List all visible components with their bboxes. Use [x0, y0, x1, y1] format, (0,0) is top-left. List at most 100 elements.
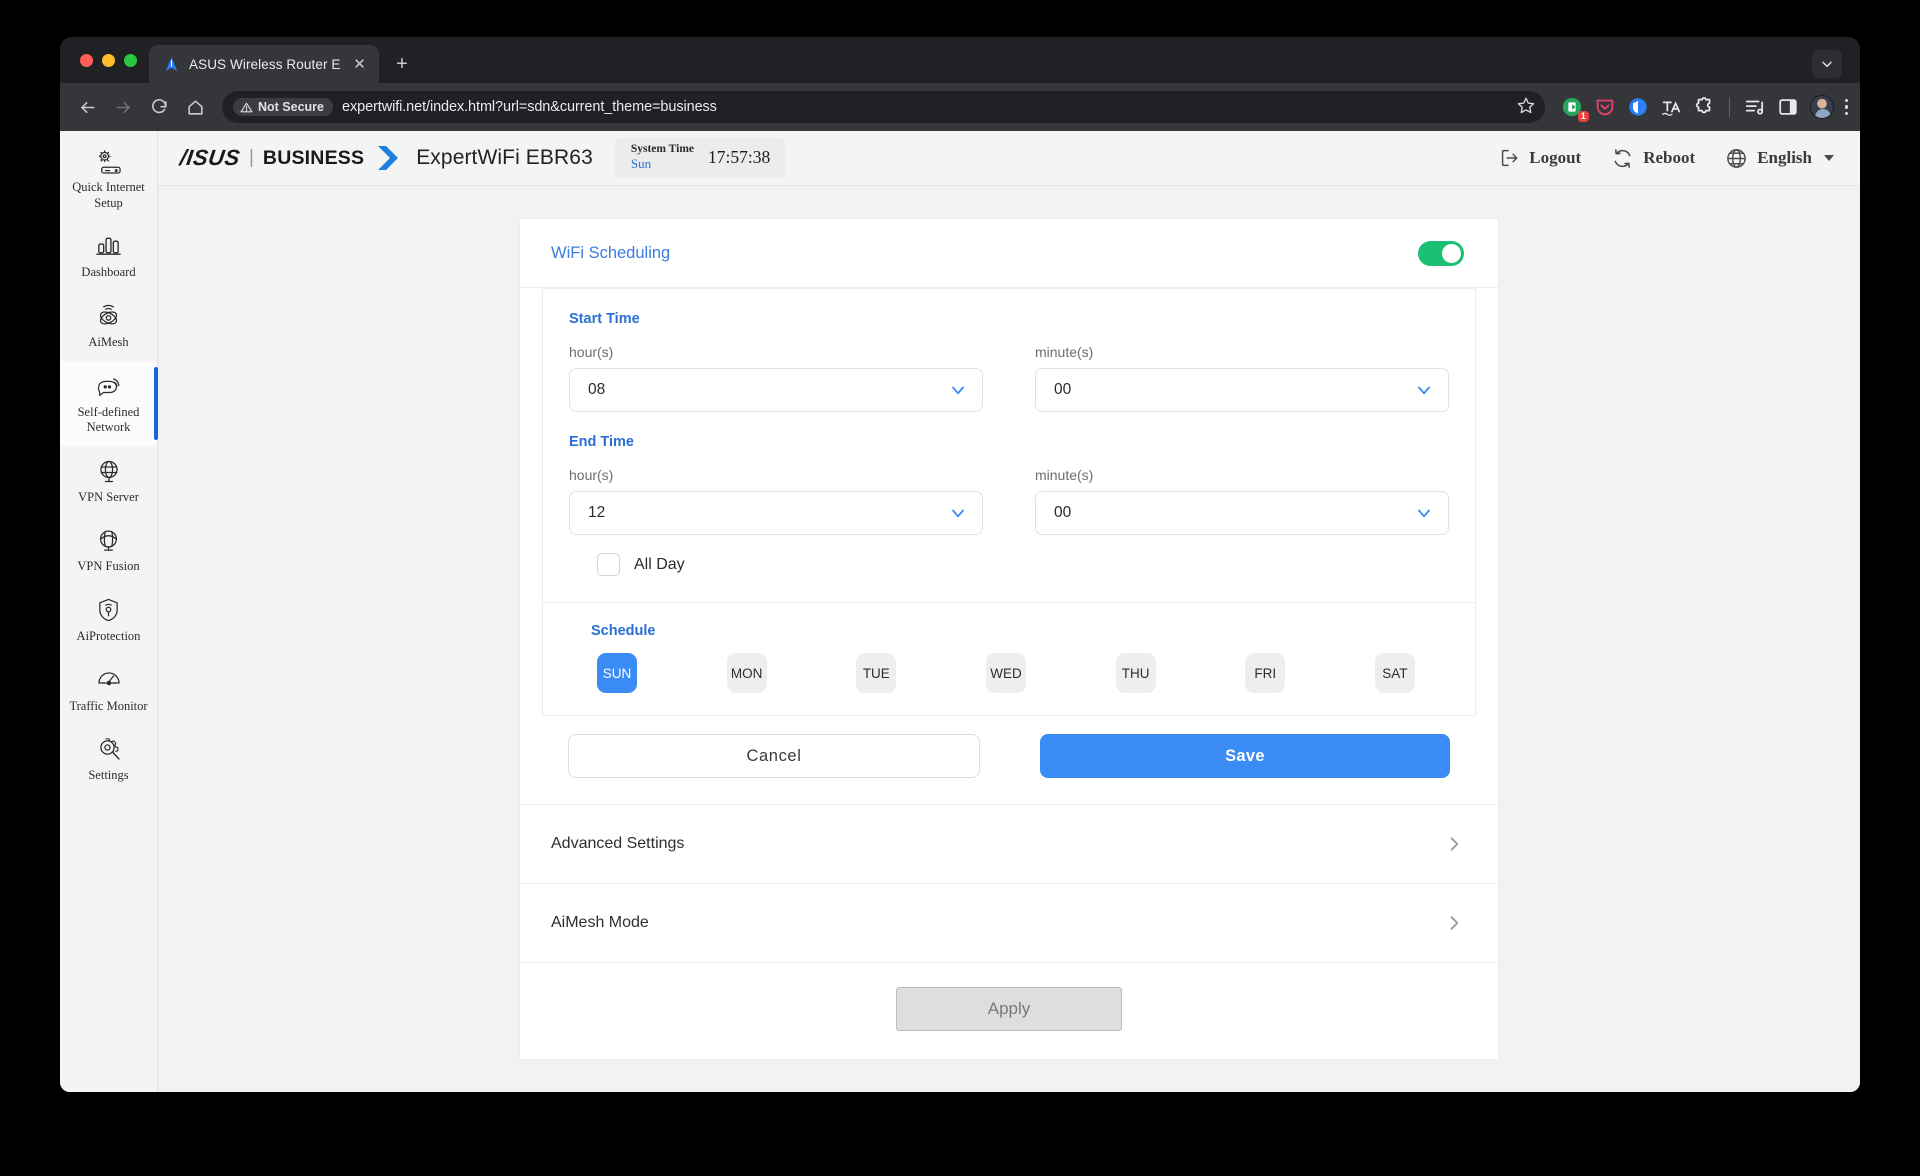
day-button-mon[interactable]: MON [726, 653, 767, 693]
chevron-right-icon [1444, 913, 1464, 933]
apply-button[interactable]: Apply [896, 987, 1122, 1031]
browser-window: ASUS Wireless Router Expert ✕ + [60, 37, 1860, 1092]
extension-green-icon[interactable]: 1 [1561, 96, 1589, 122]
end-time-group-title: End Time [569, 434, 634, 450]
all-day-row: All Day [569, 535, 1449, 596]
wifi-scheduling-title: WiFi Scheduling [551, 243, 671, 262]
pocket-shield-icon[interactable] [1594, 96, 1616, 118]
start-hour-field: hour(s) 08 [569, 344, 983, 412]
traffic-monitor-icon [96, 667, 122, 693]
kebab-menu-icon[interactable] [1844, 99, 1848, 115]
app-header-actions: Logout Reboot English [1498, 147, 1834, 170]
brand-business-label: BUSINESS [262, 146, 365, 169]
security-status-badge[interactable]: Not Secure [233, 98, 333, 116]
advanced-settings-label: Advanced Settings [551, 835, 685, 852]
end-minute-select[interactable]: 00 [1035, 491, 1449, 535]
window-minimize-button[interactable] [102, 53, 115, 67]
logout-label: Logout [1529, 148, 1582, 167]
home-icon[interactable] [178, 90, 212, 124]
reboot-icon [1614, 148, 1631, 168]
vpn-server-icon [96, 458, 122, 484]
reboot-button[interactable]: Reboot [1611, 147, 1695, 170]
sidebar-item-label: Self-defined Network [77, 404, 140, 435]
schedule-days-group: Schedule SUN MON TUE WED THU FRI SAT [542, 603, 1476, 716]
language-label: English [1757, 148, 1812, 167]
start-time-fields: hour(s) 08 minute(s) 00 [569, 344, 1449, 412]
window-maximize-button[interactable] [124, 53, 137, 67]
new-tab-button[interactable]: + [387, 49, 417, 79]
quick-internet-setup-icon [95, 148, 122, 174]
end-hour-label: hour(s) [569, 467, 614, 483]
wifi-scheduling-toggle[interactable] [1418, 240, 1464, 266]
browser-tab-strip: ASUS Wireless Router Expert ✕ + [60, 37, 1860, 83]
globe-icon [1727, 148, 1747, 168]
save-button[interactable]: Save [1040, 734, 1450, 778]
toolbar-divider [1728, 97, 1730, 117]
start-minute-select[interactable]: 00 [1035, 368, 1449, 412]
main-area: WiFi Scheduling Start Time hour(s) 08 mi… [158, 186, 1860, 1092]
browser-tab[interactable]: ASUS Wireless Router Expert ✕ [149, 45, 379, 83]
day-button-fri[interactable]: FRI [1245, 653, 1286, 693]
aiprotection-icon [96, 597, 121, 623]
aimesh-mode-row[interactable]: AiMesh Mode [519, 884, 1499, 963]
warning-triangle-icon [240, 102, 253, 112]
sidebar-item-label: VPN Fusion [77, 559, 140, 574]
language-selector[interactable]: English [1725, 147, 1834, 170]
time-settings-group: Start Time hour(s) 08 minute(s) 00 End T… [542, 288, 1476, 603]
sidebar-item-self-defined-network[interactable]: Self-defined Network [60, 360, 158, 446]
reboot-label: Reboot [1643, 148, 1696, 167]
system-time-day: Sun [630, 155, 652, 171]
main-sidebar: Quick Internet Setup Dashboard AiMesh Se… [60, 131, 158, 1092]
day-button-sat[interactable]: SAT [1374, 653, 1415, 693]
system-time-widget: System Time Sun 17:57:38 [614, 138, 787, 178]
system-time-label: System Time [630, 143, 695, 156]
window-close-button[interactable] [80, 53, 93, 67]
side-panel-icon[interactable] [1777, 96, 1799, 118]
bitwarden-icon[interactable] [1627, 96, 1649, 118]
url-text: expertwifi.net/index.html?url=sdn&curren… [342, 99, 717, 115]
avatar[interactable] [1809, 95, 1834, 119]
sidebar-item-dashboard[interactable]: Dashboard [60, 221, 157, 291]
reload-icon[interactable] [142, 90, 176, 124]
advanced-settings-row[interactable]: Advanced Settings [519, 805, 1499, 884]
sidebar-item-vpn-fusion[interactable]: VPN Fusion [60, 515, 157, 585]
sidebar-item-traffic-monitor[interactable]: Traffic Monitor [60, 655, 157, 725]
apply-section: Apply [519, 963, 1499, 1060]
dashboard-icon [95, 233, 122, 259]
sidebar-item-quick-internet-setup[interactable]: Quick Internet Setup [60, 136, 157, 221]
extensions-area: 1 [1555, 95, 1848, 122]
end-hour-select[interactable]: 12 [569, 491, 983, 535]
browser-toolbar: Not Secure expertwifi.net/index.html?url… [60, 83, 1860, 131]
schedule-day-buttons: SUN MON TUE WED THU FRI SAT [569, 653, 1449, 693]
all-day-label: All Day [634, 555, 685, 573]
day-button-thu[interactable]: THU [1115, 653, 1156, 693]
asus-logo-icon [165, 56, 178, 71]
page-content: /ISUS | BUSINESS ExpertWiFi EBR63 System… [158, 131, 1860, 1092]
logout-button[interactable]: Logout [1498, 147, 1581, 169]
puzzle-extensions-icon[interactable] [1693, 96, 1715, 118]
star-icon[interactable] [1517, 96, 1535, 119]
reading-list-icon[interactable] [1744, 96, 1766, 118]
address-bar[interactable]: Not Secure expertwifi.net/index.html?url… [222, 91, 1545, 123]
translate-icon[interactable] [1660, 96, 1682, 118]
sidebar-item-aimesh[interactable]: AiMesh [60, 291, 157, 361]
all-day-checkbox[interactable] [597, 553, 620, 576]
day-button-tue[interactable]: TUE [856, 653, 897, 693]
day-button-wed[interactable]: WED [985, 653, 1026, 693]
chevron-down-icon[interactable] [1812, 50, 1842, 78]
arrow-right-icon[interactable] [106, 90, 140, 124]
brand-chevron-icon [376, 143, 402, 173]
close-icon[interactable]: ✕ [350, 55, 369, 74]
arrow-left-icon[interactable] [70, 90, 104, 124]
day-button-sun[interactable]: SUN [597, 653, 637, 693]
sidebar-item-vpn-server[interactable]: VPN Server [60, 446, 157, 516]
cancel-button[interactable]: Cancel [568, 734, 980, 778]
chevron-down-icon [1414, 380, 1434, 400]
vpn-fusion-icon [95, 527, 122, 553]
sidebar-item-label: Settings [88, 768, 129, 783]
sidebar-item-label: Traffic Monitor [69, 698, 148, 713]
wifi-scheduling-card: WiFi Scheduling [519, 218, 1499, 288]
start-hour-select[interactable]: 08 [569, 368, 983, 412]
sidebar-item-aiprotection[interactable]: AiProtection [60, 585, 157, 655]
sidebar-item-settings[interactable]: Settings [60, 724, 157, 794]
